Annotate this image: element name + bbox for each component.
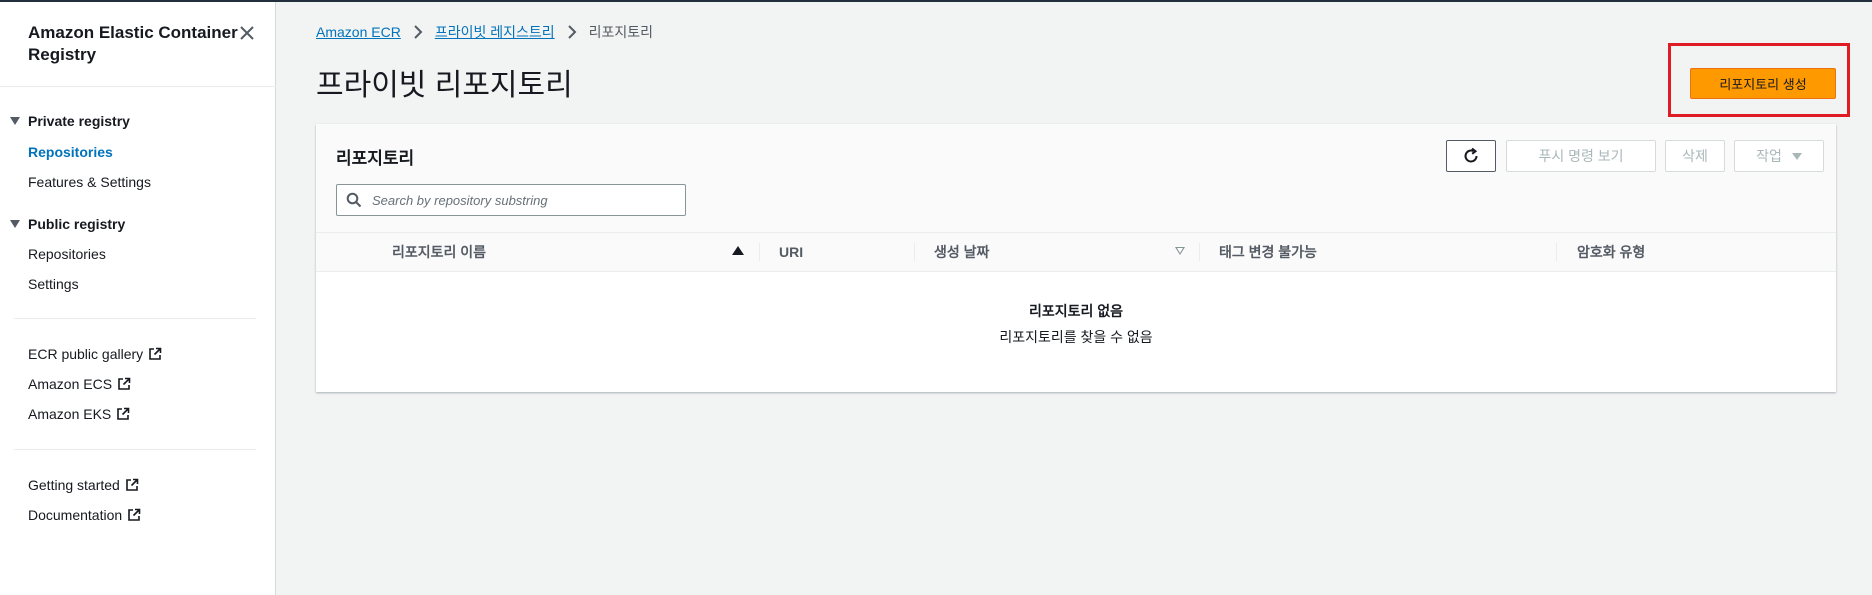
top-border (0, 0, 1872, 2)
actions-label: 작업 (1756, 148, 1782, 164)
breadcrumb: Amazon ECR 프라이빗 레지스트리 리포지토리 (316, 22, 653, 42)
link-label: ECR public gallery (28, 346, 144, 362)
page-title: 프라이빗 리포지토리 (316, 69, 573, 102)
link-label: Amazon ECS (28, 376, 113, 392)
sidebar-item-public-settings[interactable]: Settings (28, 276, 79, 292)
close-icon[interactable] (238, 24, 256, 42)
link-label: Getting started (28, 477, 120, 493)
column-encryption-type[interactable]: 암호화 유형 (1577, 233, 1645, 271)
empty-state-title: 리포지토리 없음 (1028, 303, 1124, 319)
column-created-at[interactable]: 생성 날짜 (934, 233, 989, 271)
refresh-button[interactable] (1446, 140, 1496, 172)
column-divider (759, 243, 760, 261)
actions-dropdown[interactable]: 작업 (1734, 140, 1824, 172)
view-push-commands-button[interactable]: 푸시 명령 보기 (1506, 140, 1656, 172)
sidebar-link-documentation[interactable]: Documentation (28, 507, 141, 523)
chevron-right-icon (414, 25, 423, 39)
table-header: 리포지토리 이름 URI 생성 날짜 태그 변경 불가능 암호화 유형 (316, 232, 1836, 272)
chevron-right-icon (567, 25, 577, 39)
refresh-icon (1464, 147, 1478, 163)
sidebar-divider (0, 86, 276, 87)
section-label: Public registry (28, 216, 126, 232)
search-input[interactable] (370, 191, 674, 209)
link-label: Documentation (28, 507, 123, 523)
panel-header: 리포지토리 푸시 명령 보기 삭제 작업 (316, 124, 1836, 232)
external-link-icon (128, 508, 141, 521)
sidebar-link-amazon-ecs[interactable]: Amazon ECS (28, 376, 131, 392)
sidebar-link-amazon-eks[interactable]: Amazon EKS (28, 406, 130, 422)
column-divider (1556, 243, 1557, 261)
sidebar-divider (14, 449, 256, 450)
empty-state-message: 리포지토리를 찾을 수 없음 (999, 329, 1153, 345)
caret-down-icon (1791, 152, 1802, 160)
section-label: Private registry (28, 113, 130, 129)
sidebar-divider (14, 318, 256, 319)
delete-button[interactable]: 삭제 (1665, 140, 1725, 172)
sidebar-section-private-registry[interactable]: Private registry (10, 113, 130, 129)
repositories-panel: 리포지토리 푸시 명령 보기 삭제 작업 리포지토리 이름 URI 생성 날짜 (316, 124, 1836, 392)
column-repository-name[interactable]: 리포지토리 이름 (392, 233, 486, 271)
create-repository-button[interactable]: 리포지토리 생성 (1690, 68, 1836, 99)
column-uri[interactable]: URI (779, 233, 803, 271)
caret-down-icon (10, 220, 20, 228)
breadcrumb-current: 리포지토리 (588, 24, 654, 40)
external-link-icon (117, 407, 130, 420)
repository-search[interactable] (336, 184, 686, 216)
caret-down-icon (10, 117, 20, 125)
external-link-icon (118, 377, 131, 390)
panel-title: 리포지토리 (336, 149, 415, 168)
breadcrumb-amazon-ecr[interactable]: Amazon ECR (316, 24, 401, 40)
sidebar-item-public-repositories[interactable]: Repositories (28, 246, 106, 262)
external-link-icon (149, 347, 162, 360)
external-link-icon (126, 478, 139, 491)
sidebar-item-features-settings[interactable]: Features & Settings (28, 174, 151, 190)
sidebar-item-private-repositories[interactable]: Repositories (28, 144, 113, 160)
side-navigation: Amazon Elastic Container Registry Privat… (0, 2, 276, 595)
sidebar-section-public-registry[interactable]: Public registry (10, 216, 125, 232)
column-divider (914, 243, 915, 261)
link-label: Amazon EKS (28, 406, 112, 422)
sort-ascending-icon[interactable] (732, 246, 744, 255)
sidebar-link-ecr-public-gallery[interactable]: ECR public gallery (28, 346, 162, 362)
sidebar-link-getting-started[interactable]: Getting started (28, 477, 139, 493)
sidebar-title[interactable]: Amazon Elastic Container Registry (28, 22, 238, 66)
column-tag-immutability[interactable]: 태그 변경 불가능 (1219, 233, 1317, 271)
breadcrumb-private-registry[interactable]: 프라이빗 레지스트리 (435, 22, 555, 42)
column-divider (1199, 243, 1200, 261)
sort-indicator-icon[interactable] (1175, 247, 1185, 255)
search-icon (346, 192, 362, 208)
